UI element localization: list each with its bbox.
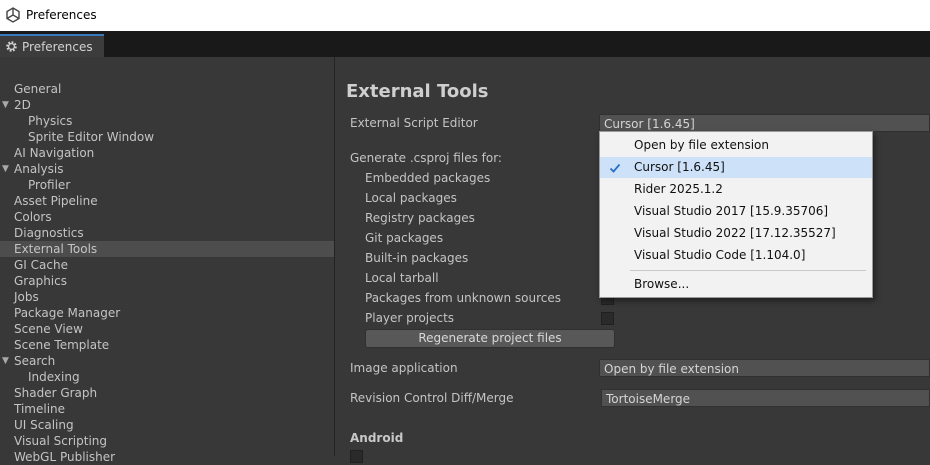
- menu-item-rider[interactable]: Rider 2025.1.2: [600, 179, 872, 200]
- menu-item-open-by-file-extension[interactable]: Open by file extension: [600, 135, 872, 156]
- built-in-packages-label: Built-in packages: [365, 251, 469, 265]
- sidebar-item-scene-template[interactable]: Scene Template: [0, 337, 334, 353]
- sidebar-item-gi-cache[interactable]: GI Cache: [0, 257, 334, 273]
- player-projects-checkbox[interactable]: [601, 312, 614, 325]
- image-application-dropdown[interactable]: Open by file extension: [599, 359, 930, 377]
- unknown-sources-label: Packages from unknown sources: [365, 291, 561, 305]
- sidebar-item-webgl-publisher[interactable]: WebGL Publisher: [0, 449, 334, 465]
- menu-item-visual-studio-2022[interactable]: Visual Studio 2022 [17.12.35527]: [600, 223, 872, 244]
- image-application-label: Image application: [350, 361, 458, 375]
- window-titlebar: Preferences: [0, 0, 930, 31]
- sidebar-item-shader-graph[interactable]: Shader Graph: [0, 385, 334, 401]
- menu-item-cursor[interactable]: Cursor [1.6.45]: [600, 157, 872, 178]
- revision-control-label: Revision Control Diff/Merge: [350, 391, 514, 405]
- menu-item-browse[interactable]: Browse...: [600, 274, 872, 295]
- sidebar-item-external-tools[interactable]: External Tools: [0, 241, 334, 257]
- sidebar-item-visual-scripting[interactable]: Visual Scripting: [0, 433, 334, 449]
- sidebar-item-sprite-editor-window[interactable]: Sprite Editor Window: [0, 129, 334, 145]
- sidebar-item-indexing[interactable]: Indexing: [0, 369, 334, 385]
- sidebar-item-profiler[interactable]: Profiler: [0, 177, 334, 193]
- tab-bar: Preferences: [0, 31, 930, 57]
- expand-arrow-icon[interactable]: ▼: [2, 161, 9, 177]
- registry-packages-label: Registry packages: [365, 211, 475, 225]
- sidebar-item-package-manager[interactable]: Package Manager: [0, 305, 334, 321]
- android-jdk-checkbox[interactable]: [350, 450, 363, 463]
- sidebar-item-analysis[interactable]: ▼ Analysis: [0, 161, 334, 177]
- page-title: External Tools: [346, 81, 489, 102]
- sidebar-item-diagnostics[interactable]: Diagnostics: [0, 225, 334, 241]
- external-script-editor-label: External Script Editor: [350, 116, 478, 130]
- checkmark-icon: [609, 163, 621, 173]
- sidebar-item-ai-navigation[interactable]: AI Navigation: [0, 145, 334, 161]
- expand-arrow-icon[interactable]: ▼: [2, 97, 9, 113]
- sidebar-item-graphics[interactable]: Graphics: [0, 273, 334, 289]
- menu-separator: [630, 270, 866, 271]
- window-title: Preferences: [26, 8, 97, 22]
- sidebar-item-search[interactable]: ▼ Search: [0, 353, 334, 369]
- unity-logo-icon: [6, 7, 20, 23]
- local-tarball-label: Local tarball: [365, 271, 439, 285]
- revision-control-dropdown[interactable]: TortoiseMerge: [601, 389, 930, 407]
- sidebar-item-general[interactable]: General: [0, 81, 334, 97]
- gear-icon: [6, 41, 17, 52]
- sidebar-item-ui-scaling[interactable]: UI Scaling: [0, 417, 334, 433]
- player-projects-label: Player projects: [365, 311, 455, 325]
- generate-csproj-label: Generate .csproj files for:: [350, 151, 502, 165]
- menu-item-visual-studio-2017[interactable]: Visual Studio 2017 [15.9.35706]: [600, 201, 872, 222]
- preferences-sidebar: General ▼ 2D Physics Sprite Editor Window…: [0, 57, 335, 464]
- local-packages-label: Local packages: [365, 191, 457, 205]
- menu-item-visual-studio-code[interactable]: Visual Studio Code [1.104.0]: [600, 245, 872, 266]
- sidebar-item-colors[interactable]: Colors: [0, 209, 334, 225]
- sidebar-item-asset-pipeline[interactable]: Asset Pipeline: [0, 193, 334, 209]
- regenerate-project-files-button[interactable]: Regenerate project files: [365, 329, 615, 348]
- tab-label: Preferences: [22, 40, 93, 54]
- android-section-header: Android: [350, 431, 404, 445]
- git-packages-label: Git packages: [365, 231, 444, 245]
- sidebar-item-2d[interactable]: ▼ 2D: [0, 97, 334, 113]
- embedded-packages-label: Embedded packages: [365, 171, 491, 185]
- sidebar-item-physics[interactable]: Physics: [0, 113, 334, 129]
- script-editor-dropdown-menu: Open by file extension Cursor [1.6.45] R…: [599, 131, 873, 298]
- expand-arrow-icon[interactable]: ▼: [2, 353, 9, 369]
- sidebar-item-jobs[interactable]: Jobs: [0, 289, 334, 305]
- sidebar-item-scene-view[interactable]: Scene View: [0, 321, 334, 337]
- external-script-editor-dropdown[interactable]: Cursor [1.6.45]: [599, 114, 930, 132]
- sidebar-item-timeline[interactable]: Timeline: [0, 401, 334, 417]
- tab-preferences[interactable]: Preferences: [0, 34, 104, 57]
